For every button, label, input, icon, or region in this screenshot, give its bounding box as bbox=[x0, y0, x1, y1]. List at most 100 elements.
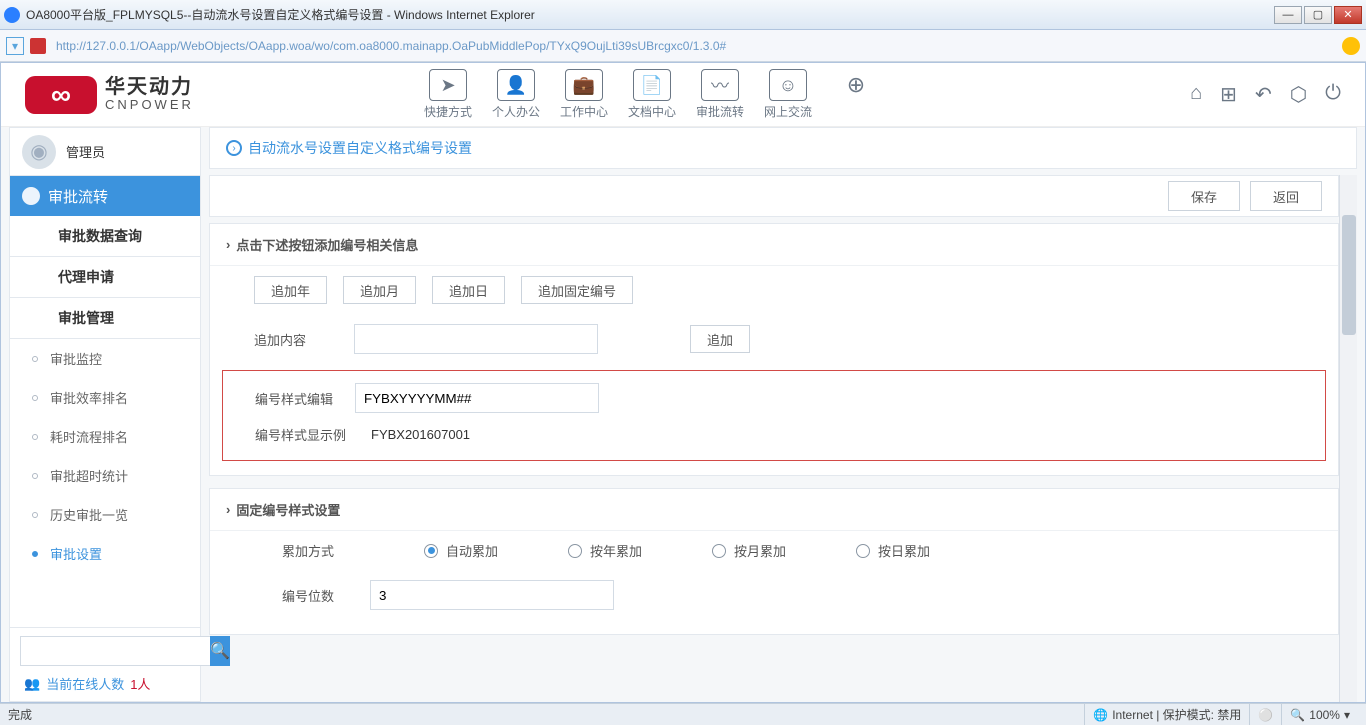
add-content-input[interactable] bbox=[354, 324, 598, 354]
flow-icon: 〰 bbox=[701, 69, 739, 101]
section2-title: ›固定编号样式设置 bbox=[210, 489, 1338, 531]
sidebar-item-efficiency[interactable]: 审批效率排名 bbox=[10, 378, 200, 417]
status-text: 完成 bbox=[8, 706, 32, 723]
add-content-label: 追加内容 bbox=[254, 330, 338, 349]
radio-icon bbox=[568, 544, 582, 558]
action-bar: 保存 返回 bbox=[209, 175, 1339, 217]
sidebar-item-timeout[interactable]: 审批超时统计 bbox=[10, 456, 200, 495]
radio-day[interactable]: 按日累加 bbox=[856, 541, 930, 560]
dot-icon bbox=[32, 434, 38, 440]
accum-label: 累加方式 bbox=[282, 541, 354, 560]
nav-approval[interactable]: 〰审批流转 bbox=[692, 69, 748, 120]
nav-chat[interactable]: ☺网上交流 bbox=[760, 69, 816, 120]
vertical-scrollbar[interactable] bbox=[1339, 175, 1357, 702]
reply-icon[interactable]: ↶ bbox=[1255, 82, 1272, 107]
briefcase-icon: 💼 bbox=[565, 69, 603, 101]
dot-icon bbox=[32, 356, 38, 362]
chat-icon: ☺ bbox=[769, 69, 807, 101]
sidebar-group-query[interactable]: 审批数据查询 bbox=[10, 216, 200, 257]
add-fixed-button[interactable]: 追加固定编号 bbox=[521, 276, 633, 304]
scrollbar-thumb[interactable] bbox=[1342, 215, 1356, 335]
section-fixed-format: ›固定编号样式设置 累加方式 自动累加 按年累加 按月累加 按日累加 编号位数 bbox=[209, 488, 1339, 635]
section1-title: ›点击下述按钮添加编号相关信息 bbox=[210, 224, 1338, 266]
sidebar-item-history[interactable]: 历史审批一览 bbox=[10, 495, 200, 534]
security-shield-icon[interactable]: ▾ bbox=[6, 37, 24, 55]
format-highlight-box: 编号样式编辑 编号样式显示例 FYBX201607001 bbox=[222, 370, 1326, 461]
nav-work[interactable]: 💼工作中心 bbox=[556, 69, 612, 120]
help-icon[interactable] bbox=[1342, 37, 1360, 55]
browser-statusbar: 完成 🌐Internet | 保护模式: 禁用 ⚪ 🔍100%▾ bbox=[0, 703, 1366, 725]
send-icon: ➤ bbox=[429, 69, 467, 101]
sidebar: ◉ 管理员 审批流转 审批数据查询 代理申请 审批管理 审批监控 审批效率排名 … bbox=[9, 127, 201, 702]
add-year-button[interactable]: 追加年 bbox=[254, 276, 327, 304]
dot-icon bbox=[32, 395, 38, 401]
sidebar-item-time[interactable]: 耗时流程排名 bbox=[10, 417, 200, 456]
radio-icon bbox=[712, 544, 726, 558]
radio-icon bbox=[856, 544, 870, 558]
sidebar-group-manage[interactable]: 审批管理 bbox=[10, 298, 200, 339]
chevron-icon: › bbox=[226, 237, 230, 252]
ie-icon bbox=[4, 7, 20, 23]
users-icon: 👥 bbox=[24, 676, 40, 692]
url-field[interactable]: http://127.0.0.1/OAapp/WebObjects/OAapp.… bbox=[52, 37, 1336, 55]
online-count: 👥 当前在线人数 1人 bbox=[20, 666, 190, 693]
chevron-down-icon: ▾ bbox=[1344, 708, 1350, 722]
grid-icon[interactable]: ⊞ bbox=[1220, 82, 1237, 107]
add-day-button[interactable]: 追加日 bbox=[432, 276, 505, 304]
document-icon: 📄 bbox=[633, 69, 671, 101]
person-icon bbox=[22, 187, 40, 205]
plus-icon: ⊕ bbox=[837, 69, 875, 101]
zoom-icon: 🔍 bbox=[1290, 708, 1305, 722]
format-example-value: FYBX201607001 bbox=[371, 427, 470, 442]
logo-mark-icon: ∞ bbox=[25, 76, 97, 114]
radio-icon bbox=[424, 544, 438, 558]
user-icon: 👤 bbox=[497, 69, 535, 101]
address-bar: ▾ http://127.0.0.1/OAapp/WebObjects/OAap… bbox=[0, 30, 1366, 62]
status-zoom[interactable]: 🔍100%▾ bbox=[1281, 704, 1358, 725]
radio-auto[interactable]: 自动累加 bbox=[424, 541, 498, 560]
digits-label: 编号位数 bbox=[282, 586, 354, 605]
window-title: OA8000平台版_FPLMYSQL5--自动流水号设置自定义格式编号设置 - … bbox=[26, 6, 1274, 23]
sidebar-group-proxy[interactable]: 代理申请 bbox=[10, 257, 200, 298]
radio-year[interactable]: 按年累加 bbox=[568, 541, 642, 560]
app-header: ∞ 华天动力 CNPOWER ➤快捷方式 👤个人办公 💼工作中心 📄文档中心 〰… bbox=[1, 63, 1365, 127]
power-icon[interactable]: ⏻ bbox=[1325, 82, 1341, 107]
globe-icon: 🌐 bbox=[1093, 708, 1108, 722]
digits-input[interactable] bbox=[370, 580, 614, 610]
sidebar-item-settings[interactable]: 审批设置 bbox=[10, 534, 200, 573]
chevron-icon: › bbox=[226, 502, 230, 517]
maximize-button[interactable]: ▢ bbox=[1304, 6, 1332, 24]
home-icon[interactable]: ⌂ bbox=[1190, 82, 1202, 107]
sidebar-section-approval[interactable]: 审批流转 bbox=[10, 176, 200, 216]
append-button[interactable]: 追加 bbox=[690, 325, 750, 353]
add-month-button[interactable]: 追加月 bbox=[343, 276, 416, 304]
sidebar-search-input[interactable] bbox=[20, 636, 210, 666]
nav-add[interactable]: ⊕ bbox=[828, 69, 884, 120]
window-titlebar: OA8000平台版_FPLMYSQL5--自动流水号设置自定义格式编号设置 - … bbox=[0, 0, 1366, 30]
back-button[interactable]: 返回 bbox=[1250, 181, 1322, 211]
header-actions: ⌂ ⊞ ↶ ⬡ ⏻ bbox=[1190, 82, 1341, 107]
nav-quick[interactable]: ➤快捷方式 bbox=[420, 69, 476, 120]
dot-icon bbox=[32, 512, 38, 518]
sidebar-item-monitor[interactable]: 审批监控 bbox=[10, 339, 200, 378]
status-protected-off-icon: ⚪ bbox=[1249, 704, 1281, 725]
nav-personal[interactable]: 👤个人办公 bbox=[488, 69, 544, 120]
format-edit-label: 编号样式编辑 bbox=[255, 389, 339, 408]
page-title: 自动流水号设置自定义格式编号设置 bbox=[248, 138, 472, 158]
save-button[interactable]: 保存 bbox=[1168, 181, 1240, 211]
format-edit-input[interactable] bbox=[355, 383, 599, 413]
nav-doc[interactable]: 📄文档中心 bbox=[624, 69, 680, 120]
shirt-icon[interactable]: ⬡ bbox=[1290, 82, 1307, 107]
user-name: 管理员 bbox=[66, 142, 105, 161]
status-zone: 🌐Internet | 保护模式: 禁用 bbox=[1084, 704, 1249, 725]
dot-icon bbox=[32, 551, 38, 557]
user-panel: ◉ 管理员 bbox=[10, 128, 200, 176]
minimize-button[interactable]: — bbox=[1274, 6, 1302, 24]
main-area: › 自动流水号设置自定义格式编号设置 保存 返回 ›点击下述按钮添加编号相关信息… bbox=[209, 127, 1357, 702]
close-button[interactable]: ✕ bbox=[1334, 6, 1362, 24]
top-nav: ➤快捷方式 👤个人办公 💼工作中心 📄文档中心 〰审批流转 ☺网上交流 ⊕ bbox=[114, 69, 1190, 120]
radio-month[interactable]: 按月累加 bbox=[712, 541, 786, 560]
site-favicon-icon bbox=[30, 38, 46, 54]
dot-icon bbox=[32, 473, 38, 479]
section-number-info: ›点击下述按钮添加编号相关信息 追加年 追加月 追加日 追加固定编号 追加内容 bbox=[209, 223, 1339, 476]
